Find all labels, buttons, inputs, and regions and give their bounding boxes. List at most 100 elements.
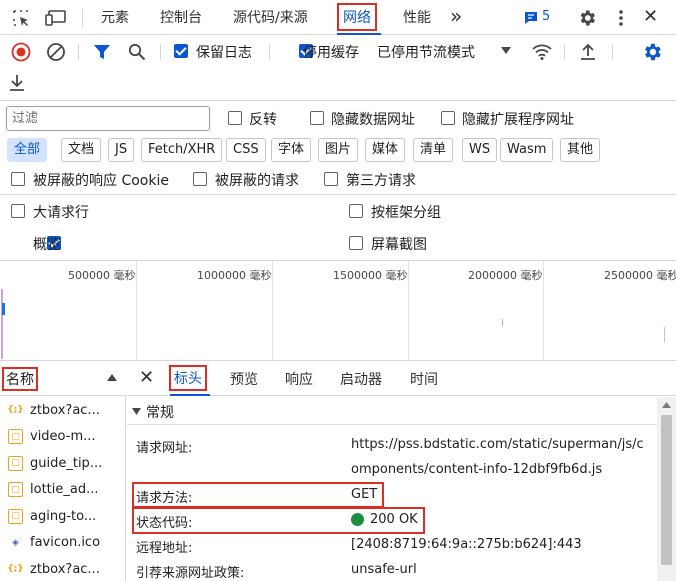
sort-ascending-icon[interactable] (106, 372, 118, 382)
settings-gear-icon[interactable] (576, 7, 598, 29)
more-tabs-icon[interactable]: » (450, 4, 462, 28)
hide-data-urls-label: 隐藏数据网址 (331, 112, 415, 128)
script-file-icon: ▢ (8, 508, 23, 524)
toolbar-divider (612, 44, 613, 60)
network-conditions-icon[interactable] (531, 41, 553, 63)
hide-extension-urls-label: 隐藏扩展程序网址 (462, 112, 574, 128)
detail-scrollbar[interactable] (657, 397, 676, 581)
tab-network[interactable]: 网络 (337, 3, 377, 31)
filter-input[interactable]: 过滤 (6, 106, 210, 131)
blocked-requests-label: 被屏蔽的请求 (215, 173, 299, 189)
close-detail-icon[interactable]: ✕ (139, 367, 154, 388)
blocked-cookies-checkbox[interactable] (11, 172, 25, 186)
script-file-icon: ▢ (8, 429, 23, 444)
device-toolbar-icon[interactable] (44, 7, 68, 29)
name-column-header[interactable]: 名称 (2, 367, 38, 391)
more-options-icon[interactable] (611, 7, 631, 29)
search-icon[interactable] (126, 41, 148, 63)
import-har-icon[interactable] (577, 41, 599, 63)
expand-triangle-icon[interactable] (132, 408, 141, 415)
disable-cache-label: 停用缓存 (303, 45, 359, 61)
type-filter-doc[interactable]: 文档 (61, 138, 102, 162)
tab-console[interactable]: 控制台 (160, 7, 202, 27)
network-settings-gear-icon[interactable] (640, 40, 664, 64)
filter-funnel-icon[interactable] (91, 41, 113, 63)
third-party-label: 第三方请求 (346, 173, 416, 189)
request-row[interactable]: {;} ztbox?ac... (0, 397, 126, 423)
tab-elements[interactable]: 元素 (101, 7, 129, 27)
request-url-value: https://pss.bdstatic.com/static/superman… (351, 437, 644, 452)
screenshots-checkbox[interactable] (349, 236, 363, 250)
type-filter-all[interactable]: 全部 (7, 138, 48, 162)
referrer-policy-value: unsafe-url (351, 562, 417, 577)
clear-icon[interactable] (45, 41, 67, 63)
timeline-bar (2, 303, 5, 315)
type-filter-img[interactable]: 图片 (318, 138, 359, 162)
type-filter-js[interactable]: JS (108, 138, 135, 162)
type-filter-media[interactable]: 媒体 (365, 138, 406, 162)
inspect-element-icon[interactable] (10, 7, 32, 29)
remote-address-value: [2408:8719:64:9a::275b:b624]:443 (351, 537, 582, 552)
hide-extension-urls-checkbox[interactable] (441, 111, 455, 125)
timeline-overview[interactable]: 500000 毫秒 1000000 毫秒 1500000 毫秒 2000000 … (0, 260, 676, 361)
request-row[interactable]: ▢ lottie_ad... (0, 477, 126, 503)
script-file-icon: ▢ (8, 455, 23, 471)
hide-data-urls-checkbox[interactable] (310, 111, 324, 125)
request-row[interactable]: ▢ aging-to... (0, 503, 126, 529)
preserve-log-checkbox[interactable] (174, 44, 188, 58)
type-filter-wasm[interactable]: Wasm (500, 138, 554, 162)
tab-timing[interactable]: 时间 (410, 369, 438, 389)
third-party-checkbox[interactable] (324, 172, 338, 186)
toolbar-divider (160, 44, 161, 60)
request-list: 名称 {;} ztbox?ac... ▢ video-m... ▢ guide_tip..… (0, 362, 126, 581)
type-filter-css[interactable]: CSS (226, 138, 266, 162)
scrollbar-thumb[interactable] (661, 415, 672, 565)
referrer-policy-key: 引荐来源网址政策: (136, 566, 245, 581)
tab-preview[interactable]: 预览 (230, 369, 258, 389)
big-request-rows-checkbox[interactable] (11, 204, 25, 218)
toolbar-divider (78, 44, 79, 60)
active-tab-indicator (337, 33, 381, 35)
xhr-file-icon: {;} (7, 405, 24, 415)
type-filter-ws[interactable]: WS (462, 138, 498, 162)
dropdown-arrow-icon[interactable] (499, 45, 513, 57)
request-row[interactable]: ▢ video-m... (0, 424, 126, 450)
request-row[interactable]: ▢ guide_tip... (0, 450, 126, 476)
close-icon[interactable]: ✕ (643, 6, 658, 27)
tab-response[interactable]: 响应 (285, 369, 313, 389)
tab-performance[interactable]: 性能 (403, 7, 431, 27)
tab-initiator[interactable]: 启动器 (340, 369, 382, 389)
request-row[interactable]: {;} ztbox?ac... (0, 556, 126, 581)
timeline-tick-label: 2000000 毫秒 (468, 269, 543, 282)
remote-address-key: 远程地址: (136, 541, 193, 556)
throttling-select[interactable]: 已停用节流模式 (377, 42, 475, 62)
group-by-frame-checkbox[interactable] (349, 204, 363, 218)
general-section-title: 常规 (146, 405, 174, 421)
big-request-rows-label: 大请求行 (33, 205, 89, 221)
request-row[interactable]: ◈ favicon.ico (0, 530, 126, 556)
tab-sources[interactable]: 源代码/来源 (233, 7, 308, 27)
tab-headers[interactable]: 标头 (169, 365, 207, 391)
request-name: lottie_ad... (30, 482, 99, 497)
request-name: guide_tip... (30, 455, 103, 471)
status-ok-dot-icon (351, 513, 364, 526)
record-stop-icon[interactable] (10, 41, 32, 63)
type-filter-fetch-xhr[interactable]: Fetch/XHR (141, 138, 223, 162)
type-filter-font[interactable]: 字体 (271, 138, 312, 162)
blocked-requests-checkbox[interactable] (193, 172, 207, 186)
preserve-log-label: 保留日志 (196, 45, 252, 61)
issues-count[interactable]: 5 (542, 9, 550, 24)
xhr-file-icon: {;} (7, 564, 24, 574)
blocked-cookies-label: 被屏蔽的响应 Cookie (33, 173, 169, 189)
type-filter-manifest[interactable]: 清单 (413, 138, 454, 162)
export-har-icon[interactable] (7, 72, 27, 94)
invert-checkbox[interactable] (228, 111, 242, 125)
request-method-value: GET (351, 487, 378, 502)
issues-icon[interactable] (522, 9, 540, 27)
timeline-bar (502, 319, 503, 326)
detail-tab-bar: ✕ 标头 预览 响应 启动器 时间 (127, 362, 676, 396)
scroll-up-icon[interactable] (662, 402, 671, 408)
general-section-header[interactable]: 常规 (127, 397, 657, 425)
invert-label: 反转 (249, 112, 277, 128)
type-filter-other[interactable]: 其他 (560, 138, 601, 162)
